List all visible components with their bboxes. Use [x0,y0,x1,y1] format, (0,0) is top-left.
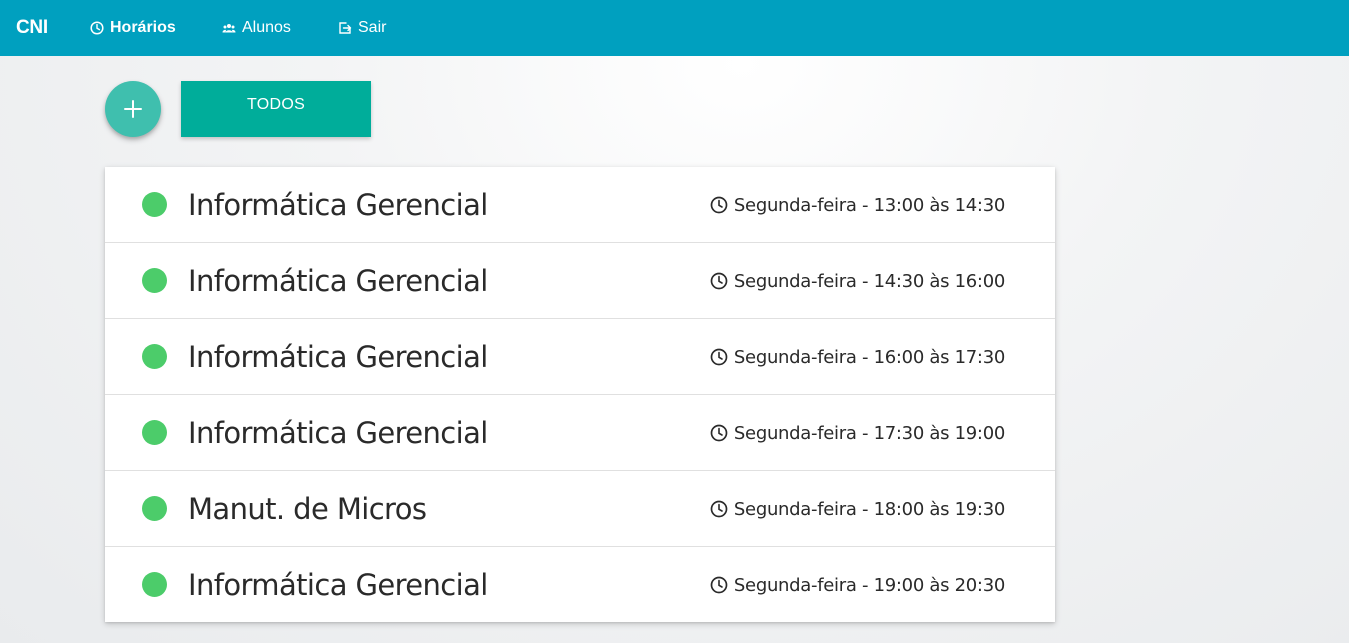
list-item[interactable]: Informática Gerencial Segunda-feira - 16… [105,319,1055,395]
clock-icon [710,196,728,214]
status-dot [142,420,167,445]
list-item[interactable]: Informática Gerencial Segunda-feira - 19… [105,547,1055,622]
schedule-time: Segunda-feira - 13:00 às 14:30 [710,167,1005,243]
subject-name: Informática Gerencial [188,568,488,602]
schedule-time: Segunda-feira - 19:00 às 20:30 [710,547,1005,623]
clock-icon [710,576,728,594]
clock-icon [710,424,728,442]
nav-item-alunos[interactable]: Alunos [222,0,291,56]
top-navbar: CNI Horários Alunos Sair [0,0,1349,56]
schedule-time: Segunda-feira - 14:30 às 16:00 [710,243,1005,319]
list-item[interactable]: Informática Gerencial Segunda-feira - 17… [105,395,1055,471]
exit-icon [338,21,352,35]
subject-name: Informática Gerencial [188,340,488,374]
add-button[interactable] [105,81,161,137]
clock-icon [710,272,728,290]
subject-name: Informática Gerencial [188,416,488,450]
status-dot [142,192,167,217]
clock-icon [90,21,104,35]
list-item[interactable]: Manut. de Micros Segunda-feira - 18:00 à… [105,471,1055,547]
list-item[interactable]: Informática Gerencial Segunda-feira - 13… [105,167,1055,243]
status-dot [142,268,167,293]
clock-icon [710,500,728,518]
schedule-time: Segunda-feira - 17:30 às 19:00 [710,395,1005,471]
status-dot [142,496,167,521]
subject-name: Manut. de Micros [188,492,427,526]
status-dot [142,344,167,369]
schedule-time-label: Segunda-feira - 19:00 às 20:30 [733,574,1005,596]
schedule-list: Informática Gerencial Segunda-feira - 13… [105,167,1055,622]
list-item[interactable]: Informática Gerencial Segunda-feira - 14… [105,243,1055,319]
schedule-time-label: Segunda-feira - 16:00 às 17:30 [733,346,1005,368]
subject-name: Informática Gerencial [188,188,488,222]
clock-icon [710,348,728,366]
subject-name: Informática Gerencial [188,264,488,298]
schedule-time-label: Segunda-feira - 17:30 às 19:00 [733,422,1005,444]
schedule-time-label: Segunda-feira - 14:30 às 16:00 [733,270,1005,292]
schedule-time-label: Segunda-feira - 18:00 às 19:30 [733,498,1005,520]
people-icon [222,21,236,35]
nav-item-sair[interactable]: Sair [338,0,386,56]
nav-item-horarios[interactable]: Horários [90,0,176,56]
nav-item-label: Alunos [242,19,291,36]
nav-item-label: Sair [358,19,387,36]
filter-all-button[interactable]: TODOS [181,81,371,137]
plus-icon [124,100,142,118]
schedule-time: Segunda-feira - 16:00 às 17:30 [710,319,1005,395]
status-dot [142,572,167,597]
nav-item-label: Horários [110,19,176,36]
brand-logo[interactable]: CNI [16,0,48,56]
schedule-time-label: Segunda-feira - 13:00 às 14:30 [733,194,1005,216]
schedule-time: Segunda-feira - 18:00 às 19:30 [710,471,1005,547]
